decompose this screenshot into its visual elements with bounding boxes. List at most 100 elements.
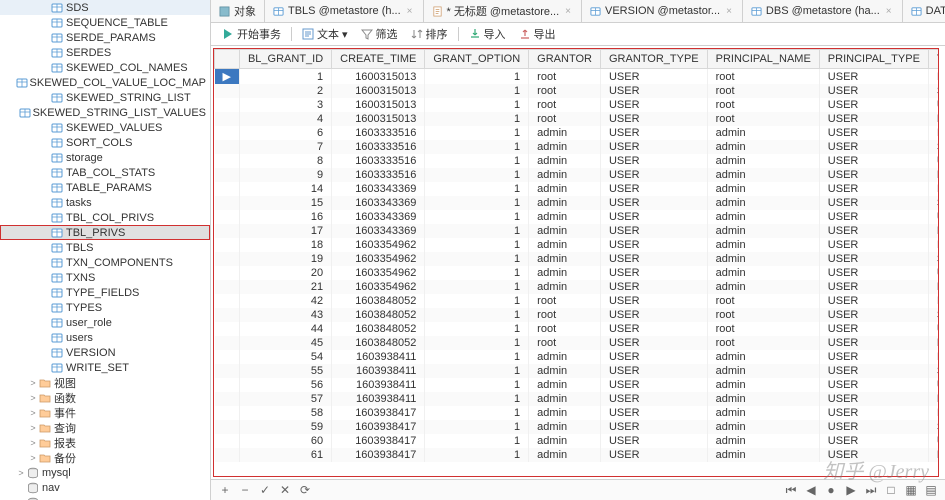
tree-twisty-icon[interactable]: >: [28, 393, 38, 403]
cell[interactable]: USER: [600, 112, 707, 126]
data-grid-wrap[interactable]: BL_GRANT_IDCREATE_TIMEGRANT_OPTIONGRANTO…: [213, 48, 939, 477]
add-row-button[interactable]: +: [217, 482, 233, 498]
cell[interactable]: SELECT: [928, 308, 939, 322]
cell[interactable]: UPDATE: [928, 266, 939, 280]
cell[interactable]: admin: [707, 238, 819, 252]
cell[interactable]: 1: [425, 266, 529, 280]
cell[interactable]: admin: [529, 154, 601, 168]
prev-page-button[interactable]: ◀: [803, 482, 819, 498]
row-marker[interactable]: [215, 140, 240, 154]
cell[interactable]: 1603343369: [332, 196, 425, 210]
close-icon[interactable]: ×: [724, 6, 734, 17]
cell[interactable]: root: [707, 294, 819, 308]
cell[interactable]: USER: [819, 448, 928, 462]
form-mode-button[interactable]: ▤: [923, 482, 939, 498]
cell[interactable]: 1: [425, 322, 529, 336]
text-mode-button[interactable]: 文本 ▾: [297, 25, 353, 43]
table-row[interactable]: 916033335161adminUSERadminUSERDELETE1044…: [215, 168, 940, 182]
cell[interactable]: USER: [819, 252, 928, 266]
row-marker[interactable]: [215, 364, 240, 378]
table-row[interactable]: 5416039384111adminUSERadminUSERINSERT124…: [215, 350, 940, 364]
editor-tab[interactable]: 对象: [211, 0, 265, 22]
close-icon[interactable]: ×: [405, 6, 415, 17]
cell[interactable]: DELETE: [928, 336, 939, 350]
tree-node[interactable]: TBL_PRIVS: [0, 225, 210, 240]
tree-node[interactable]: TXN_COMPONENTS: [0, 255, 210, 270]
tree-twisty-icon[interactable]: >: [28, 378, 38, 388]
tree-node[interactable]: SORT_COLS: [0, 135, 210, 150]
tree-node[interactable]: VERSION: [0, 345, 210, 360]
close-icon[interactable]: ×: [563, 6, 573, 17]
apply-button[interactable]: ✓: [257, 482, 273, 498]
cell[interactable]: 1603354962: [332, 238, 425, 252]
cell[interactable]: 1603848052: [332, 308, 425, 322]
filter-button[interactable]: 筛选: [356, 25, 403, 43]
cell[interactable]: SELECT: [928, 140, 939, 154]
table-row[interactable]: 1616033433691adminUSERadminUSERUPDATE104…: [215, 210, 940, 224]
cell[interactable]: USER: [819, 266, 928, 280]
cell[interactable]: 44: [239, 322, 331, 336]
tree-node[interactable]: SERDES: [0, 45, 210, 60]
cell[interactable]: admin: [529, 182, 601, 196]
editor-tab[interactable]: * 无标题 @metastore...×: [424, 0, 582, 22]
row-marker[interactable]: [215, 168, 240, 182]
cell[interactable]: root: [529, 336, 601, 350]
cell[interactable]: 57: [239, 392, 331, 406]
cell[interactable]: DELETE: [928, 112, 939, 126]
first-page-button[interactable]: ⏮: [783, 482, 799, 498]
cell[interactable]: 59: [239, 420, 331, 434]
cell[interactable]: root: [707, 98, 819, 112]
cell[interactable]: 1603848052: [332, 294, 425, 308]
cell[interactable]: 1603354962: [332, 252, 425, 266]
cell[interactable]: 1603938411: [332, 350, 425, 364]
cell[interactable]: admin: [529, 378, 601, 392]
cell[interactable]: root: [529, 112, 601, 126]
cell[interactable]: USER: [600, 252, 707, 266]
cell[interactable]: USER: [600, 126, 707, 140]
tree-node[interactable]: tasks: [0, 195, 210, 210]
cell[interactable]: 1600315013: [332, 112, 425, 126]
cell[interactable]: admin: [529, 420, 601, 434]
row-marker[interactable]: [215, 294, 240, 308]
row-marker[interactable]: [215, 98, 240, 112]
row-marker[interactable]: [215, 210, 240, 224]
cell[interactable]: USER: [600, 322, 707, 336]
cell[interactable]: USER: [600, 224, 707, 238]
cell[interactable]: 7: [239, 140, 331, 154]
cell[interactable]: admin: [707, 168, 819, 182]
cell[interactable]: 4: [239, 112, 331, 126]
tree-node[interactable]: storage: [0, 150, 210, 165]
cell[interactable]: UPDATE: [928, 322, 939, 336]
data-grid[interactable]: BL_GRANT_IDCREATE_TIMEGRANT_OPTIONGRANTO…: [214, 49, 939, 462]
table-row[interactable]: 216003150131rootUSERrootUSERSELECT4331: [215, 84, 940, 98]
cell[interactable]: USER: [600, 69, 707, 85]
cell[interactable]: 1: [425, 364, 529, 378]
cell[interactable]: USER: [600, 98, 707, 112]
cell[interactable]: root: [707, 322, 819, 336]
tree-twisty-icon[interactable]: >: [28, 423, 38, 433]
cell[interactable]: root: [529, 84, 601, 98]
cell[interactable]: USER: [600, 336, 707, 350]
table-row[interactable]: 5816039384171adminUSERadminUSERINSERT124…: [215, 406, 940, 420]
cell[interactable]: INSERT: [928, 406, 939, 420]
tree-node[interactable]: SKEWED_COL_NAMES: [0, 60, 210, 75]
object-tree-sidebar[interactable]: SDSSEQUENCE_TABLESERDE_PARAMSSERDESSKEWE…: [0, 0, 211, 500]
cell[interactable]: DELETE: [928, 392, 939, 406]
cell[interactable]: 1: [425, 420, 529, 434]
table-row[interactable]: 6116039384171adminUSERadminUSERDELETE124…: [215, 448, 940, 462]
tree-twisty-icon[interactable]: >: [16, 468, 26, 478]
row-marker[interactable]: [215, 448, 240, 462]
cell[interactable]: USER: [819, 140, 928, 154]
cell[interactable]: admin: [529, 392, 601, 406]
cell[interactable]: admin: [529, 140, 601, 154]
cell[interactable]: USER: [819, 294, 928, 308]
cell[interactable]: UPDATE: [928, 434, 939, 448]
cell[interactable]: 1: [425, 350, 529, 364]
cell[interactable]: 1603938417: [332, 406, 425, 420]
cell[interactable]: USER: [819, 69, 928, 85]
cell[interactable]: USER: [819, 420, 928, 434]
delete-row-button[interactable]: −: [237, 482, 253, 498]
tree-node[interactable]: >事件: [0, 405, 210, 420]
cell[interactable]: 1603938411: [332, 378, 425, 392]
next-page-button[interactable]: ▶: [843, 482, 859, 498]
